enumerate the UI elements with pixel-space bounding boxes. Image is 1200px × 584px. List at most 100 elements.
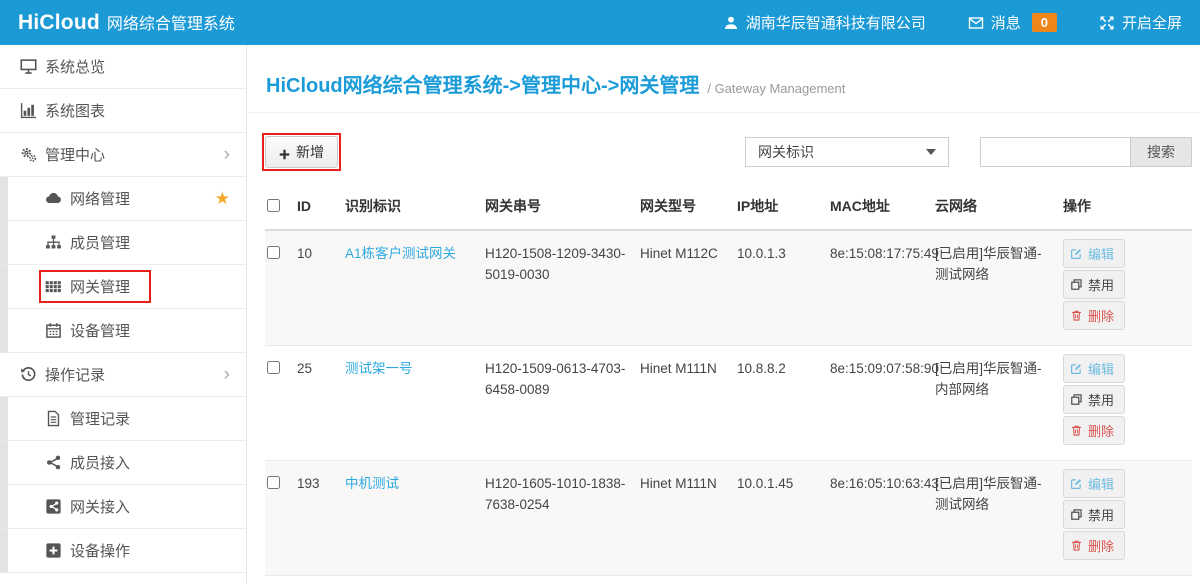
main-content: HiCloud网络综合管理系统->管理中心->网关管理 / Gateway Ma… [248,45,1200,584]
search-button[interactable]: 搜索 [1131,137,1192,167]
table-row: 10 A1栋客户测试网关 H120-1508-1209-3430-5019-00… [265,230,1192,346]
sidebar-item-label: 网络管理 [70,188,130,209]
cell-cloud: [已启用]华辰智通-内部网络 [933,346,1061,461]
disable-label: 禁用 [1088,505,1114,524]
disable-button[interactable]: 禁用 [1063,385,1125,414]
filter-selected-value: 网关标识 [758,142,814,162]
col-header-cloud: 云网络 [933,183,1061,230]
grid-icon [45,278,62,295]
sidebar-item-device-management[interactable]: 设备管理 [0,309,246,353]
search-group: 搜索 [980,137,1192,167]
fullscreen-label: 开启全屏 [1122,12,1182,33]
sidebar-item-system-overview[interactable]: 系统总览 [0,45,246,89]
delete-button[interactable]: 删除 [1063,416,1125,445]
gateway-name-link[interactable]: 中机测试 [345,476,399,491]
clone-icon [1070,278,1083,291]
cell-mac: 8e:16:07:06:20:84 [828,576,933,584]
cell-serial: H120-1604-2116-4549-6166-0234 [483,576,638,584]
cell-mac: 8e:16:05:10:63:43 [828,461,933,576]
envelope-icon [968,15,984,31]
edit-button[interactable]: 编辑 [1063,469,1125,498]
cell-model: Hinet M112C [638,230,735,346]
cell-ip: 10.0.4.50 [735,576,828,584]
filter-field-select[interactable]: 网关标识 [745,137,949,167]
sidebar-item-gateway-access[interactable]: 网关接入 [0,485,246,529]
sidebar-item-label: 设备操作 [70,540,130,561]
sidebar-item-gateway-management[interactable]: 网关管理 [0,265,246,309]
annotation-box-add-button: 新增 [262,133,341,171]
cell-mac: 8e:15:09:07:58:90 [828,346,933,461]
table-header-row: ID 识别标识 网关串号 网关型号 IP地址 MAC地址 云网络 操作 [265,183,1192,230]
sidebar-item-label: 操作记录 [45,364,105,385]
sidebar-item-member-access[interactable]: 成员接入 [0,441,246,485]
cell-model: Hinet M111N [638,461,735,576]
brand-suffix: 网络综合管理系统 [107,10,235,34]
row-checkbox[interactable] [267,246,280,259]
desktop-icon [20,58,37,75]
cell-ip: 10.0.1.3 [735,230,828,346]
page-subtitle: / Gateway Management [707,81,845,98]
messages-label: 消息 [991,12,1021,33]
add-button[interactable]: 新增 [265,136,338,168]
sidebar-item-label: 成员接入 [70,452,130,473]
cell-cloud: [已启用]华辰智通-测试网络 [933,230,1061,346]
edit-button[interactable]: 编辑 [1063,354,1125,383]
table-row: 25 测试架一号 H120-1509-0613-4703-6458-0089 H… [265,346,1192,461]
col-header-ip: IP地址 [735,183,828,230]
col-header-mac: MAC地址 [828,183,933,230]
delete-label: 删除 [1088,306,1114,325]
toolbar: 新增 网关标识 搜索 [262,134,1192,170]
trash-icon [1070,539,1083,552]
cell-serial: H120-1605-1010-1838-7638-0254 [483,461,638,576]
account-menu[interactable]: 湖南华辰智通科技有限公司 [723,12,926,33]
messages-menu[interactable]: 消息 0 [968,12,1057,33]
clone-icon [1070,393,1083,406]
sidebar-item-label: 系统总览 [45,56,105,77]
col-header-id: ID [295,183,343,230]
row-checkbox[interactable] [267,476,280,489]
plus-icon [279,147,290,158]
cell-model: Hinet M111N [638,346,735,461]
edit-button[interactable]: 编辑 [1063,239,1125,268]
sidebar-item-device-operations[interactable]: 设备操作 [0,529,246,573]
select-all-checkbox[interactable] [267,199,280,212]
page-title: HiCloud网络综合管理系统->管理中心->网关管理 [266,69,699,98]
cell-model: Hinet M113C [638,576,735,584]
delete-button[interactable]: 删除 [1063,301,1125,330]
edit-icon [1070,362,1083,375]
sidebar-item-operation-records[interactable]: 操作记录 › [0,353,246,397]
sidebar-item-label: 成员管理 [70,232,130,253]
fullscreen-toggle[interactable]: 开启全屏 [1099,12,1182,33]
cogs-icon [20,146,37,163]
sidebar-item-member-management[interactable]: 成员管理 [0,221,246,265]
delete-button[interactable]: 删除 [1063,531,1125,560]
gateway-table: ID 识别标识 网关串号 网关型号 IP地址 MAC地址 云网络 操作 10 A… [265,183,1192,584]
top-header-bar: HiCloud 网络综合管理系统 湖南华辰智通科技有限公司 消息 0 [0,0,1200,45]
disable-button[interactable]: 禁用 [1063,270,1125,299]
gateway-name-link[interactable]: A1栋客户测试网关 [345,246,456,261]
trash-icon [1070,309,1083,322]
sidebar-item-admin-records[interactable]: 管理记录 [0,397,246,441]
messages-count-badge: 0 [1032,13,1057,32]
col-header-name: 识别标识 [343,183,483,230]
cell-id: 193 [295,461,343,576]
row-checkbox[interactable] [267,361,280,374]
cell-serial: H120-1508-1209-3430-5019-0030 [483,230,638,346]
delete-label: 删除 [1088,421,1114,440]
edit-label: 编辑 [1088,244,1114,263]
cloud-icon [45,190,62,207]
sidebar-item-label: 管理记录 [70,408,130,429]
chevron-right-icon: › [224,365,230,384]
sidebar-item-admin-center[interactable]: 管理中心 › [0,133,246,177]
sidebar-item-system-charts[interactable]: 系统图表 [0,89,246,133]
col-header-actions: 操作 [1061,183,1192,230]
disable-button[interactable]: 禁用 [1063,500,1125,529]
cell-mac: 8e:15:08:17:75:49 [828,230,933,346]
cell-cloud: [已启用]华辰智通-测试网络 [933,461,1061,576]
app-logo[interactable]: HiCloud 网络综合管理系统 [18,10,235,35]
gateway-name-link[interactable]: 测试架一号 [345,361,413,376]
sidebar-item-network-management[interactable]: 网络管理 ★ [0,177,246,221]
delete-label: 删除 [1088,536,1114,555]
calendar-icon [45,322,62,339]
search-input[interactable] [980,137,1131,167]
